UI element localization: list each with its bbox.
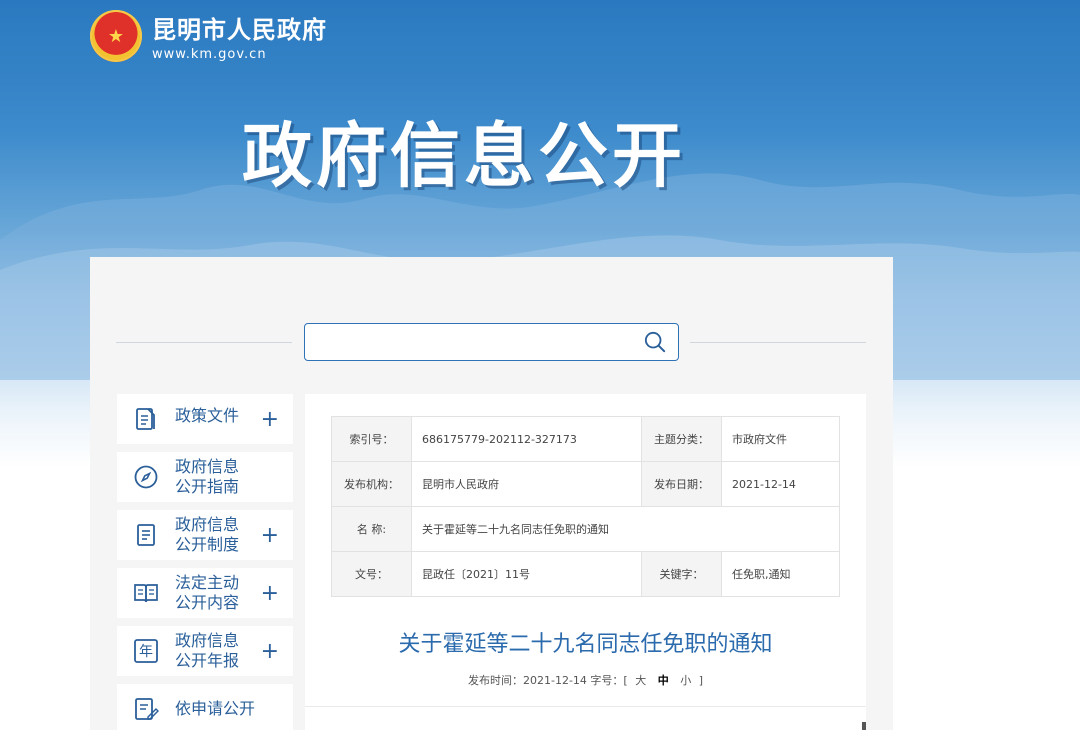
expand-plus-icon[interactable]: + (261, 523, 279, 548)
table-row: 索引号： 686175779-202112-327173 主题分类： 市政府文件 (331, 416, 840, 462)
scrollbar-thumb[interactable] (862, 722, 866, 730)
site-name: 昆明市人民政府 (152, 16, 327, 44)
keywords-label: 关键字： (641, 551, 722, 597)
doc-no-label: 文号： (331, 551, 412, 597)
sidebar-item-disclosure-guide[interactable]: 政府信息 公开指南 (117, 452, 293, 502)
search-input[interactable] (315, 324, 635, 360)
doc-no-value: 昆政任〔2021〕11号 (411, 551, 642, 597)
open-book-icon (134, 584, 158, 603)
clipboard-icon (137, 524, 155, 546)
search-divider-right (690, 342, 866, 343)
index-no-label: 索引号： (331, 416, 412, 462)
sidebar-item-label: 依申请公开 (175, 699, 256, 718)
table-row: 发布机构： 昆明市人民政府 发布日期： 2021-12-14 (331, 461, 840, 507)
font-size-medium-button[interactable]: 中 (658, 674, 669, 687)
document-publish-info: 发布时间：2021-12-14 字号：[ 大 中 小 ] (305, 672, 866, 688)
publish-time-text: 发布时间：2021-12-14 字号：[ (467, 674, 628, 687)
keywords-value: 任免职,通知 (721, 551, 840, 597)
sidebar-item-statutory-content[interactable]: 法定主动 公开内容 + (117, 568, 293, 618)
document-content: 索引号： 686175779-202112-327173 主题分类： 市政府文件… (305, 394, 866, 730)
sidebar-item-label: 政府信息 公开制度 (175, 515, 240, 554)
document-meta-table: 索引号： 686175779-202112-327173 主题分类： 市政府文件… (331, 416, 840, 597)
sidebar-item-label: 政府信息 公开年报 (175, 631, 240, 670)
calendar-year-icon: 年 (134, 639, 158, 663)
table-row: 名 称: 关于霍延等二十九名同志任免职的通知 (331, 506, 840, 552)
expand-plus-icon[interactable]: + (261, 639, 279, 664)
pub-date-label: 发布日期： (641, 461, 722, 507)
font-size-large-button[interactable]: 大 (635, 674, 646, 687)
font-size-small-button[interactable]: 小 (680, 674, 691, 687)
main-panel: 政策文件 + 政府信息 公开指南 政府信息 公开制度 + 法定主动 公开内容 +… (90, 257, 893, 730)
search-divider-left (116, 342, 292, 343)
sidebar-item-apply-disclosure[interactable]: 依申请公开 (117, 684, 293, 730)
site-logo[interactable]: ★ 昆明市人民政府 www.km.gov.cn (90, 10, 327, 62)
edit-form-icon (135, 698, 159, 720)
expand-plus-icon[interactable]: + (261, 581, 279, 606)
sidebar-item-label: 政策文件 (175, 406, 240, 425)
svg-text:年: 年 (139, 644, 153, 660)
hero-title: 政府信息公开 (242, 115, 686, 197)
content-divider (305, 706, 866, 707)
sidebar-item-label: 法定主动 公开内容 (175, 573, 240, 612)
name-value: 关于霍延等二十九名同志任免职的通知 (411, 506, 840, 552)
search-row (116, 323, 866, 361)
compass-icon (134, 465, 158, 489)
table-row: 文号： 昆政任〔2021〕11号 关键字： 任免职,通知 (331, 551, 840, 597)
national-emblem-icon: ★ (90, 10, 142, 62)
topic-label: 主题分类： (641, 416, 722, 462)
bracket-close: ] (698, 674, 703, 687)
search-box (304, 323, 679, 361)
sidebar-item-label: 政府信息 公开指南 (175, 457, 240, 496)
sidebar-item-disclosure-system[interactable]: 政府信息 公开制度 + (117, 510, 293, 560)
publisher-value: 昆明市人民政府 (411, 461, 642, 507)
publisher-label: 发布机构： (331, 461, 412, 507)
sidebar-item-policy-documents[interactable]: 政策文件 + (117, 394, 293, 444)
document-title: 关于霍延等二十九名同志任免职的通知 (398, 632, 773, 657)
sidebar-nav: 政策文件 + 政府信息 公开指南 政府信息 公开制度 + 法定主动 公开内容 +… (117, 394, 293, 730)
sidebar-item-annual-report[interactable]: 年 政府信息 公开年报 + (117, 626, 293, 676)
site-url: www.km.gov.cn (152, 47, 267, 62)
name-label: 名 称: (331, 506, 412, 552)
expand-plus-icon[interactable]: + (261, 407, 279, 432)
document-icon (136, 408, 155, 430)
topic-value: 市政府文件 (721, 416, 840, 462)
pub-date-value: 2021-12-14 (721, 461, 840, 507)
search-icon[interactable] (644, 331, 666, 353)
index-no-value: 686175779-202112-327173 (411, 416, 642, 462)
